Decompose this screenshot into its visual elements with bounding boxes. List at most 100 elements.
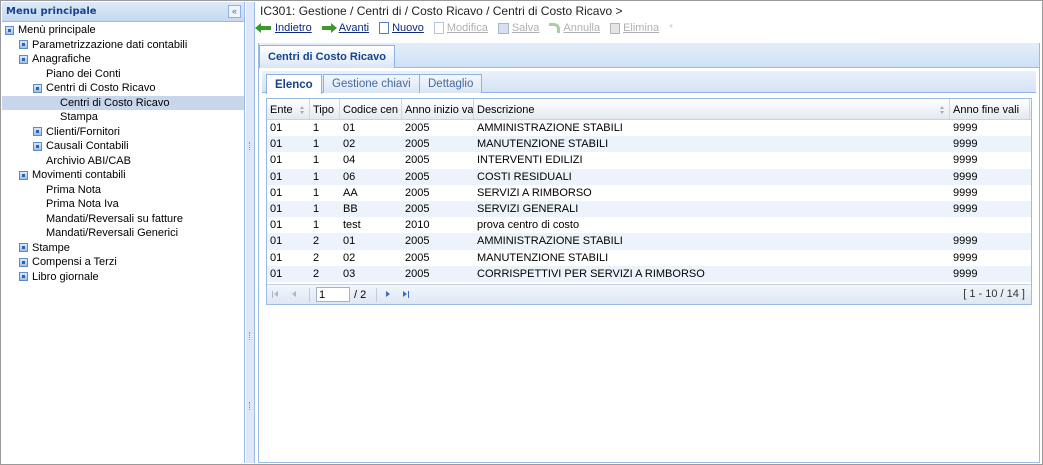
app-window: Menu principale « Menù principale Paramet… [0,0,1043,465]
sidebar-item[interactable]: Centri di Costo Ricavo [2,95,244,110]
new-button[interactable]: Nuovo [379,22,424,34]
breadcrumb: IC301: Gestione / Centri di / Costo Rica… [260,4,623,18]
table-cell: 01 [270,154,283,167]
pager-separator [309,287,310,302]
table-cell: 03 [343,267,356,280]
sidebar-item[interactable]: Menù principale [2,23,244,38]
tab-dettaglio[interactable]: Dettaglio [419,74,483,93]
tab-centri-di-costo-ricavo[interactable]: Centri di Costo Ricavo [259,45,395,68]
table-cell: 9999 [953,138,978,151]
content-panel: Centri di Costo Ricavo Elenco Gestione c… [258,43,1040,463]
sidebar-item[interactable]: Anagrafiche [2,52,244,67]
table-row[interactable]: 01 1 test 2010 prova centro di costo [267,217,1031,233]
sidebar-item-label: Prima Nota [46,183,102,196]
table-cell: 2005 [405,267,430,280]
table-cell: 9999 [953,122,978,135]
delete-button[interactable]: Elimina [610,22,659,34]
table-row[interactable]: 01 1 BB 2005 SERVIZI GENERALI 9999 [267,200,1031,218]
tab-gestione-chiavi[interactable]: Gestione chiavi [323,74,420,93]
save-button[interactable]: Salva [497,22,539,34]
page-info: [ 1 - 10 / 14 ] [963,288,1025,300]
sidebar-item-label: Prima Nota Iva [46,198,119,211]
edit-button[interactable]: Modifica [433,22,488,34]
back-button[interactable]: Indietro [255,22,312,34]
sidebar-item-label: Clienti/Fornitori [46,125,120,138]
grid-body: 01 1 01 2005 AMMINISTRAZIONE STABILI 9999 01 1 0… [267,120,1031,282]
table-cell: 2 [313,235,320,248]
sidebar-item[interactable]: Stampe [2,241,244,256]
sidebar-item[interactable]: Prima Nota [2,183,244,198]
column-header-anno-inizio[interactable]: Anno inizio va [402,99,474,120]
table-cell: AMMINISTRAZIONE STABILI [477,235,623,248]
sidebar-item[interactable]: Clienti/Fornitori [2,125,244,140]
table-row[interactable]: 01 2 01 2005 AMMINISTRAZIONE STABILI 9999 [267,233,1031,250]
sidebar-item[interactable]: Parametrizzazione dati contabili [2,38,244,53]
table-row[interactable]: 01 1 02 2005 MANUTENZIONE STABILI 9999 [267,136,1031,153]
pager: 1 / 2 [ 1 - 10 / 14 ] [267,284,1031,304]
sidebar-item-label: Centri di Costo Ricavo [60,96,170,109]
first-page-icon[interactable] [271,289,283,301]
table-cell: 2005 [405,170,430,183]
table-cell: 2005 [405,186,430,199]
sidebar-item[interactable]: Mandati/Reversali su fatture [2,212,244,227]
collapse-sidebar-icon[interactable]: « [228,5,241,18]
forward-button[interactable]: Avanti [321,22,370,34]
column-header-tipo[interactable]: Tipo [310,99,340,120]
table-row[interactable]: 01 2 03 2005 CORRISPETTIVI PER SERVIZI A RIM… [267,265,1031,282]
sidebar-item[interactable]: Libro giornale [2,270,244,285]
sidebar-item-label: Stampe [32,241,70,254]
table-cell: 1 [313,138,320,151]
sidebar-item-label: Libro giornale [32,270,99,283]
table-cell: 01 [270,251,283,264]
table-row[interactable]: 01 1 01 2005 AMMINISTRAZIONE STABILI 9999 [267,120,1031,136]
sidebar-item-label: Movimenti contabili [32,169,126,182]
column-header-codice[interactable]: Codice cen [340,99,402,120]
sidebar-item-label: Stampa [60,111,98,124]
column-label: Ente [270,103,293,116]
sidebar-item-label: Anagrafiche [32,53,91,66]
table-cell: 2 [313,251,320,264]
sidebar-item-label: Piano dei Conti [46,67,121,80]
save-disk-icon [497,22,509,34]
sidebar-item[interactable]: Archivio ABI/CAB [2,154,244,169]
splitter-handle[interactable] [246,2,255,463]
sidebar-item[interactable]: Causali Contabili [2,139,244,154]
cancel-label: Annulla [563,22,601,34]
page-total: / 2 [354,288,367,301]
column-header-anno-fine[interactable]: Anno fine vali [950,99,1030,120]
table-cell: 04 [343,154,356,167]
sidebar-item[interactable]: Piano dei Conti [2,67,244,82]
sidebar-item[interactable]: Compensi a Terzi [2,255,244,270]
cancel-button[interactable]: Annulla [549,22,600,34]
folder-icon [19,243,28,253]
folder-icon [19,40,28,50]
sidebar-item[interactable]: Stampa [2,110,244,125]
next-page-icon[interactable] [383,289,395,301]
table-cell: SERVIZI A RIMBORSO [477,186,592,199]
forward-label: Avanti [338,22,370,34]
sidebar-item[interactable]: Centri di Costo Ricavo [2,81,244,96]
table-row[interactable]: 01 1 04 2005 INTERVENTI EDILIZI 9999 [267,152,1031,168]
table-row[interactable]: 01 1 06 2005 COSTI RESIDUALI 9999 [267,168,1031,185]
grid-header: Ente Tipo Codice cen Anno inizio va Desc… [267,99,1031,120]
table-cell: 2005 [405,138,430,151]
back-arrow-icon [255,23,272,33]
last-page-icon[interactable] [401,289,413,301]
folder-icon [19,257,28,267]
grip-icon [249,402,252,410]
column-header-descrizione[interactable]: Descrizione [474,99,950,120]
sidebar-item[interactable]: Mandati/Reversali Generici [2,226,244,241]
page-number-input[interactable]: 1 [316,287,350,302]
table-row[interactable]: 01 1 AA 2005 SERVIZI A RIMBORSO 9999 [267,185,1031,201]
new-document-icon [379,22,390,34]
prev-page-icon[interactable] [289,289,301,301]
table-cell: 9999 [953,170,978,183]
table-row[interactable]: 01 2 02 2005 MANUTENZIONE STABILI 9999 [267,250,1031,266]
sidebar-item[interactable]: Movimenti contabili [2,168,244,183]
panel-body: Elenco Gestione chiavi Dettaglio Ente Ti… [259,68,1039,462]
subtabs: Elenco Gestione chiavi Dettaglio [262,71,1036,94]
folder-icon [19,272,28,282]
column-header-ente[interactable]: Ente [267,99,310,120]
tab-elenco[interactable]: Elenco [266,74,322,94]
sidebar-item[interactable]: Prima Nota Iva [2,197,244,212]
